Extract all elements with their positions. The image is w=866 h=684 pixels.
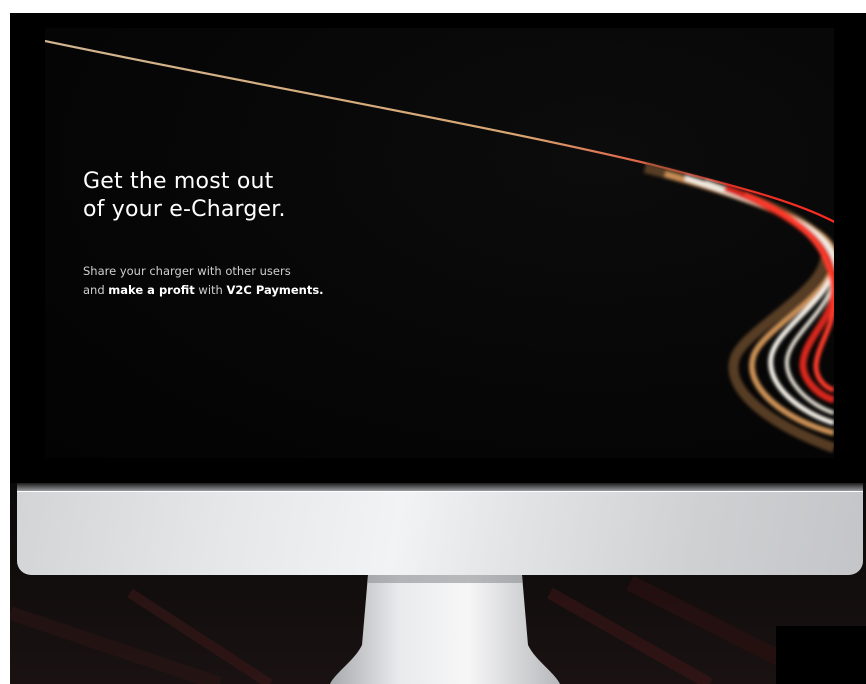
light-trail-road-image bbox=[45, 39, 834, 453]
make-a-profit-emphasis: make a profit bbox=[108, 283, 195, 297]
headline-line-1: Get the most out bbox=[83, 169, 274, 194]
subtext-line-2: and make a profit with V2C Payments. bbox=[83, 281, 503, 300]
subtext-line-1: Share your charger with other users bbox=[83, 264, 291, 278]
hero-headline: Get the most out of your e-Charger. bbox=[83, 168, 463, 224]
promo-page: Get the most out of your e-Charger. Shar… bbox=[0, 0, 866, 684]
v2c-payments-emphasis: V2C Payments. bbox=[226, 283, 324, 297]
subtext-connector: with bbox=[194, 283, 227, 297]
monitor-screen: Get the most out of your e-Charger. Shar… bbox=[45, 28, 834, 458]
subtext-prefix: and bbox=[83, 283, 109, 297]
monitor-stand-icon bbox=[330, 575, 560, 684]
monitor-chin-edge bbox=[17, 483, 863, 491]
corner-dark-block bbox=[776, 626, 866, 684]
headline-line-2: of your e-Charger. bbox=[83, 197, 286, 222]
hero-subtext: Share your charger with other users and … bbox=[83, 262, 503, 300]
monitor-chin bbox=[17, 491, 863, 575]
